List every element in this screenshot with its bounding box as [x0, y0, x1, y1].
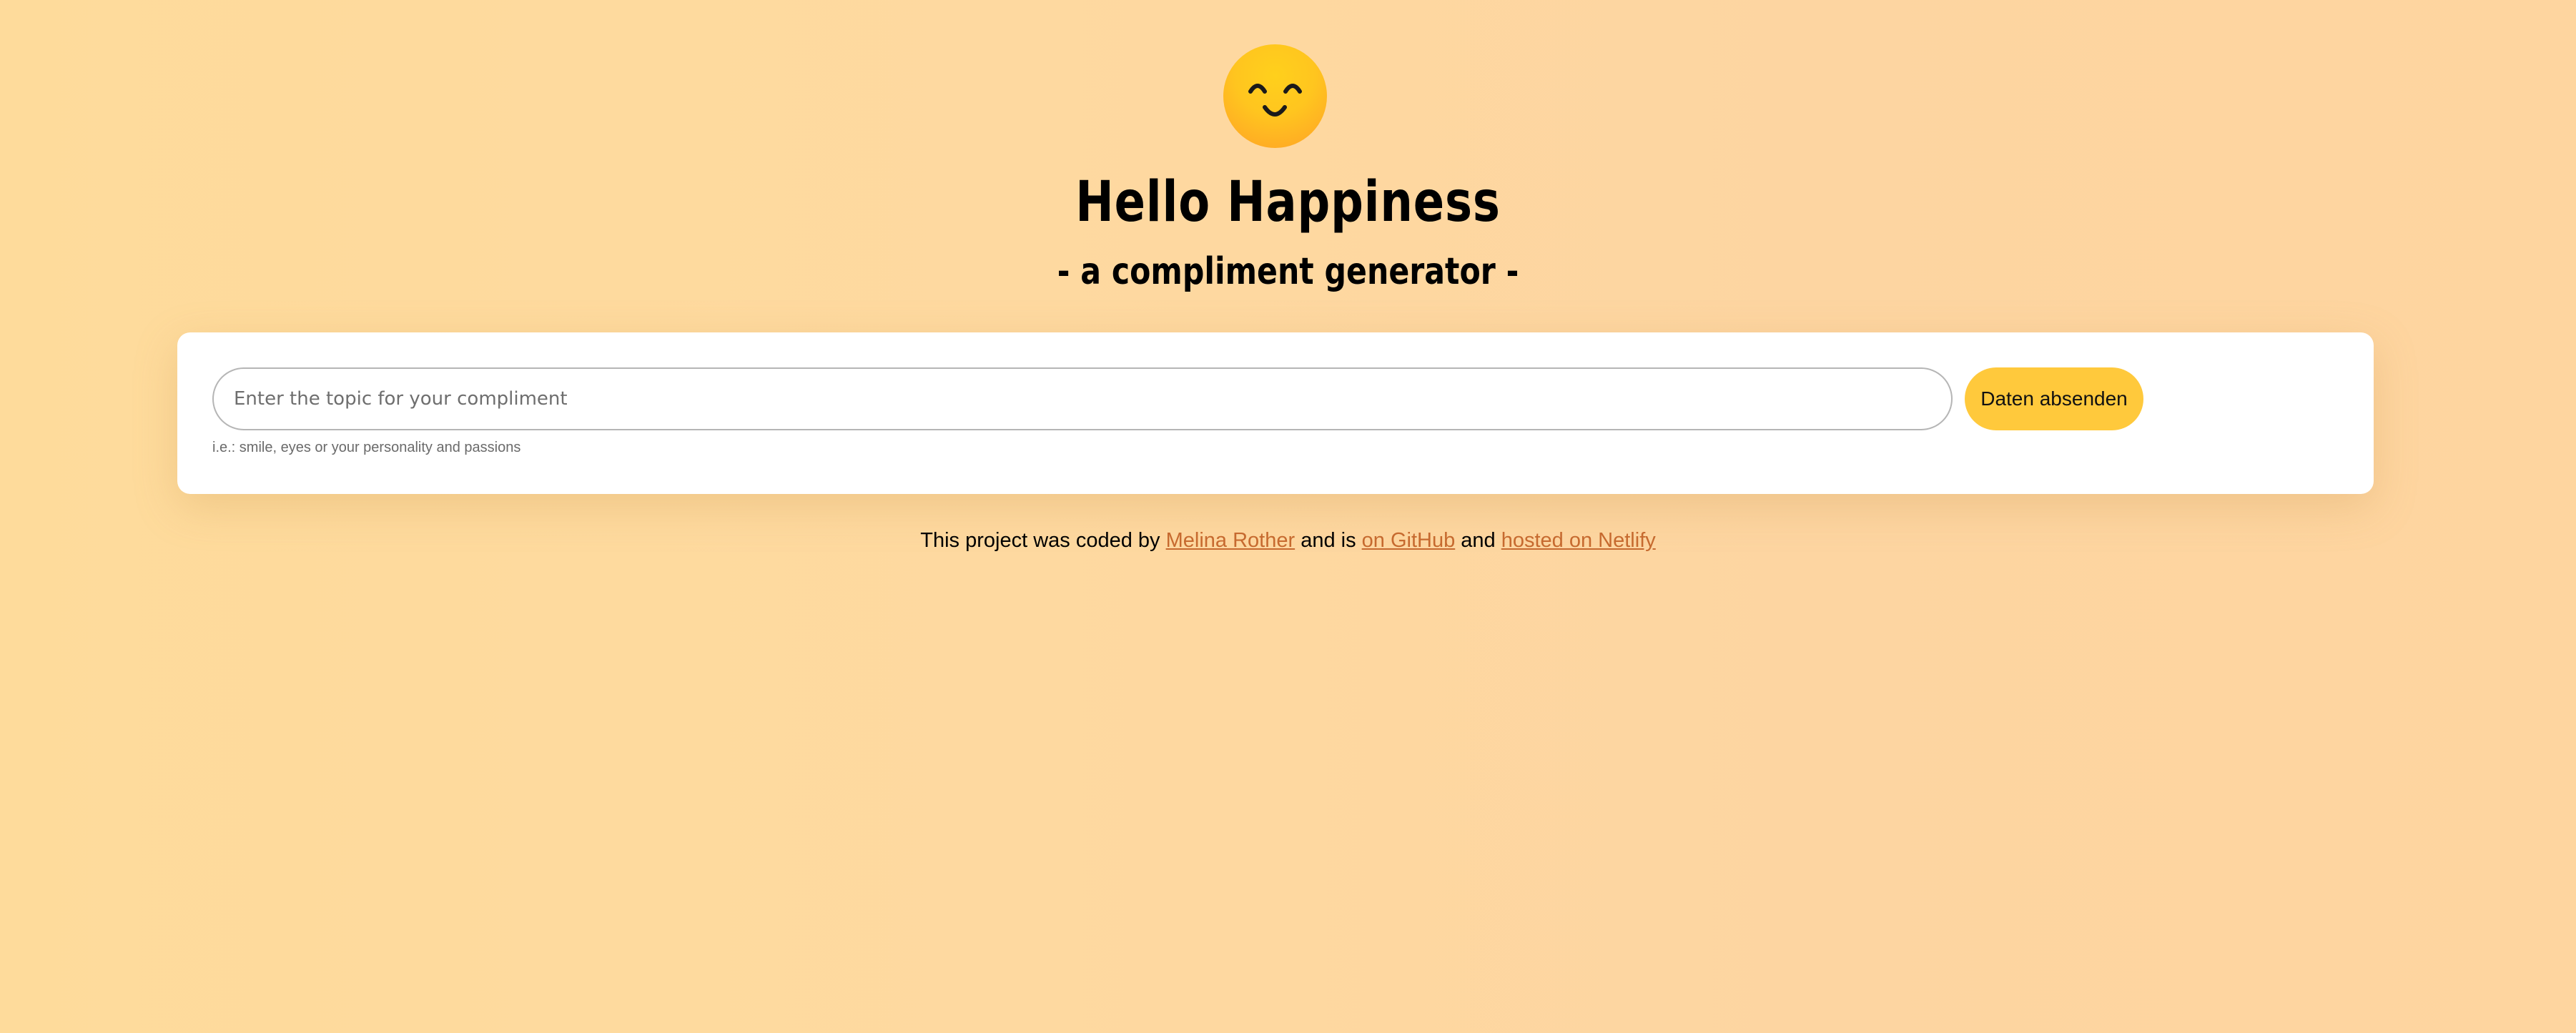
footer-text-and-is: and is	[1301, 529, 1356, 552]
netlify-link[interactable]: hosted on Netlify	[1501, 529, 1656, 552]
topic-input[interactable]	[212, 367, 1953, 430]
page-subtitle: - a compliment generator -	[1057, 250, 1519, 293]
input-hint: i.e.: smile, eyes or your personality an…	[212, 440, 521, 455]
footer-text-coded-by: This project was coded by	[920, 529, 1160, 552]
footer: This project was coded by Melina Rother …	[0, 528, 2576, 553]
page-title: Hello Happiness	[1075, 170, 1501, 234]
github-link[interactable]: on GitHub	[1362, 529, 1456, 552]
footer-text-and: and	[1461, 529, 1496, 552]
header: Hello Happiness - a compliment generator…	[0, 0, 2576, 315]
submit-button[interactable]: Daten absenden	[1965, 367, 2143, 430]
compliment-form-card: Daten absenden i.e.: smile, eyes or your…	[177, 332, 2374, 494]
smiling-face-icon	[1223, 44, 1327, 148]
author-link[interactable]: Melina Rother	[1166, 529, 1296, 552]
